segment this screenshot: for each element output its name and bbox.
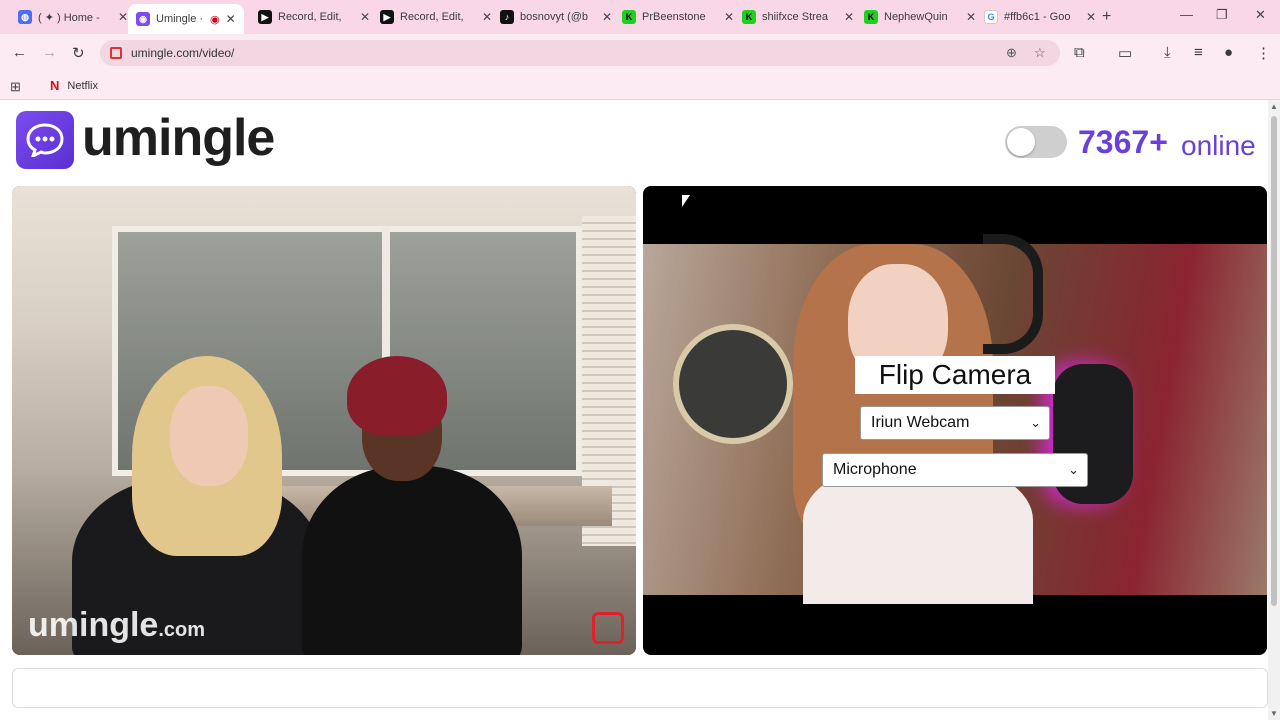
page-content: umingle 7367+ online umingle.com Flip Ca… (0, 100, 1268, 720)
online-label: online (1181, 130, 1256, 161)
flip-camera-button[interactable]: Flip Camera (855, 356, 1055, 394)
tab-record-1[interactable]: ▶ Record, Edit, ✕ (250, 6, 378, 28)
mouse-cursor-icon (682, 195, 690, 207)
microphone-select[interactable]: Microphone ⌄ (822, 453, 1088, 487)
stranger-video: umingle.com (12, 186, 636, 655)
kick-icon: K (742, 10, 756, 24)
tab-record-2[interactable]: ▶ Record, Edit, ✕ (372, 6, 500, 28)
toggle-knob (1007, 128, 1035, 156)
logo-text[interactable]: umingle (82, 108, 275, 168)
close-icon[interactable]: ✕ (724, 10, 734, 24)
microphone-select-value: Microphone (833, 461, 917, 478)
umingle-logo-icon[interactable] (16, 111, 74, 169)
bookmark-star-icon[interactable]: ☆ (1034, 45, 1046, 61)
close-icon[interactable]: ✕ (360, 10, 370, 24)
watermark-domain: .com (158, 619, 206, 641)
tab-umingle[interactable]: ◉ Umingle · ◉ ✕ (128, 4, 244, 34)
tab-title: Record, Edit, (400, 11, 464, 23)
address-bar[interactable]: umingle.com/video/ ⊕ ☆ (100, 40, 1060, 66)
camera-select-value: Iriun Webcam (871, 414, 970, 431)
bookmark-netflix[interactable]: N Netflix (50, 78, 98, 93)
new-tab-plus-icon[interactable]: + (1102, 8, 1111, 26)
chevron-down-icon: ⌄ (1030, 415, 1041, 430)
tab-title: PrBeenstone (642, 11, 706, 23)
tab-title: bosnovyt (@b (520, 11, 589, 23)
close-icon[interactable]: ✕ (118, 10, 128, 24)
theme-toggle[interactable] (1005, 126, 1067, 158)
tiktok-icon: ♪ (500, 10, 514, 24)
menu-kebab-icon[interactable]: ⋮ (1256, 44, 1271, 62)
cast-icon[interactable]: ▭ (1118, 44, 1132, 62)
tab-strip: ◍ ( ✦ ) Home - ✕ ◉ Umingle · ◉ ✕ ▶ Recor… (0, 0, 1280, 34)
umingle-watermark: umingle.com (28, 606, 205, 645)
scroll-down-icon[interactable]: ▼ (1270, 709, 1278, 718)
apps-grid-icon[interactable]: ⊞ (10, 79, 21, 95)
download-icon[interactable]: ⤓ (1164, 44, 1171, 61)
close-icon[interactable]: ✕ (482, 10, 492, 24)
profile-avatar-icon[interactable]: ● (1224, 44, 1233, 61)
tab-title: Umingle · (156, 13, 204, 25)
zoom-icon[interactable]: ⊕ (1006, 45, 1017, 61)
close-icon[interactable]: ✕ (844, 10, 854, 24)
headset (983, 234, 1043, 354)
chevron-down-icon: ⌄ (1068, 462, 1079, 477)
tab-favicon-icon: ▶ (258, 10, 272, 24)
tab-favicon-icon: ▶ (380, 10, 394, 24)
umingle-favicon-icon: ◉ (136, 12, 150, 26)
window-close-icon[interactable]: ✕ (1255, 7, 1266, 23)
chat-bubble-icon (26, 123, 64, 157)
scroll-up-icon[interactable]: ▲ (1270, 102, 1278, 111)
tab-title: #ffb6c1 - Goo (1004, 11, 1071, 23)
close-icon[interactable]: ✕ (1086, 10, 1096, 24)
person-two (302, 466, 522, 655)
tab-kick-1[interactable]: K PrBeenstone ✕ (614, 6, 742, 28)
tab-kick-3[interactable]: K NephewQuin ✕ (856, 6, 984, 28)
self-video: Flip Camera Iriun Webcam ⌄ Microphone ⌄ (643, 186, 1267, 655)
extensions-icon[interactable]: ⧉ (1074, 44, 1085, 61)
bookmark-label: Netflix (67, 79, 98, 92)
restore-icon[interactable]: ❐ (1216, 7, 1228, 23)
tab-google[interactable]: G #ffb6c1 - Goo ✕ (976, 6, 1104, 28)
person-one-face (170, 386, 248, 486)
recording-icon: ◉ (210, 13, 220, 26)
back-arrow-icon[interactable]: ← (12, 44, 27, 61)
page-scrollbar[interactable]: ▲ ▼ (1268, 100, 1280, 720)
close-icon[interactable]: ✕ (226, 12, 236, 26)
tab-title: Record, Edit, (278, 11, 342, 23)
camera-in-use-icon[interactable] (110, 47, 122, 59)
reload-icon[interactable]: ↻ (72, 44, 85, 62)
tab-favicon-icon: ◍ (18, 10, 32, 24)
close-icon[interactable]: ✕ (966, 10, 976, 24)
wall-clock (673, 324, 793, 444)
google-icon: G (984, 10, 998, 24)
tab-title: ( ✦ ) Home - (38, 11, 100, 24)
chat-input[interactable] (12, 668, 1268, 708)
forward-arrow-icon[interactable]: → (42, 44, 57, 61)
minimize-icon[interactable]: — (1180, 7, 1193, 22)
tab-kick-2[interactable]: K shiifxce Strea ✕ (734, 6, 862, 28)
tab-tiktok[interactable]: ♪ bosnovyt (@b ✕ (492, 6, 620, 28)
browser-toolbar: ← → ↻ umingle.com/video/ ⊕ ☆ ⧉ ▭ ⤓ ≡ ● ⋮ (0, 34, 1280, 72)
tab-title: shiifxce Strea (762, 11, 829, 23)
tab-title: NephewQuin (884, 11, 948, 23)
kick-icon: K (622, 10, 636, 24)
bookmarks-bar: ⊞ N Netflix (0, 72, 1280, 100)
media-control-icon[interactable]: ≡ (1194, 44, 1203, 61)
kick-icon: K (864, 10, 878, 24)
scroll-thumb[interactable] (1271, 116, 1277, 606)
online-count: 7367+ (1078, 124, 1168, 160)
report-flag-icon[interactable] (592, 612, 624, 644)
watermark-main: umingle (28, 606, 159, 644)
person-two-hair (347, 356, 447, 436)
netflix-icon: N (50, 78, 60, 93)
url-text: umingle.com/video/ (131, 46, 235, 60)
tab-home[interactable]: ◍ ( ✦ ) Home - ✕ (10, 6, 136, 28)
close-icon[interactable]: ✕ (602, 10, 612, 24)
camera-select[interactable]: Iriun Webcam ⌄ (860, 406, 1050, 440)
